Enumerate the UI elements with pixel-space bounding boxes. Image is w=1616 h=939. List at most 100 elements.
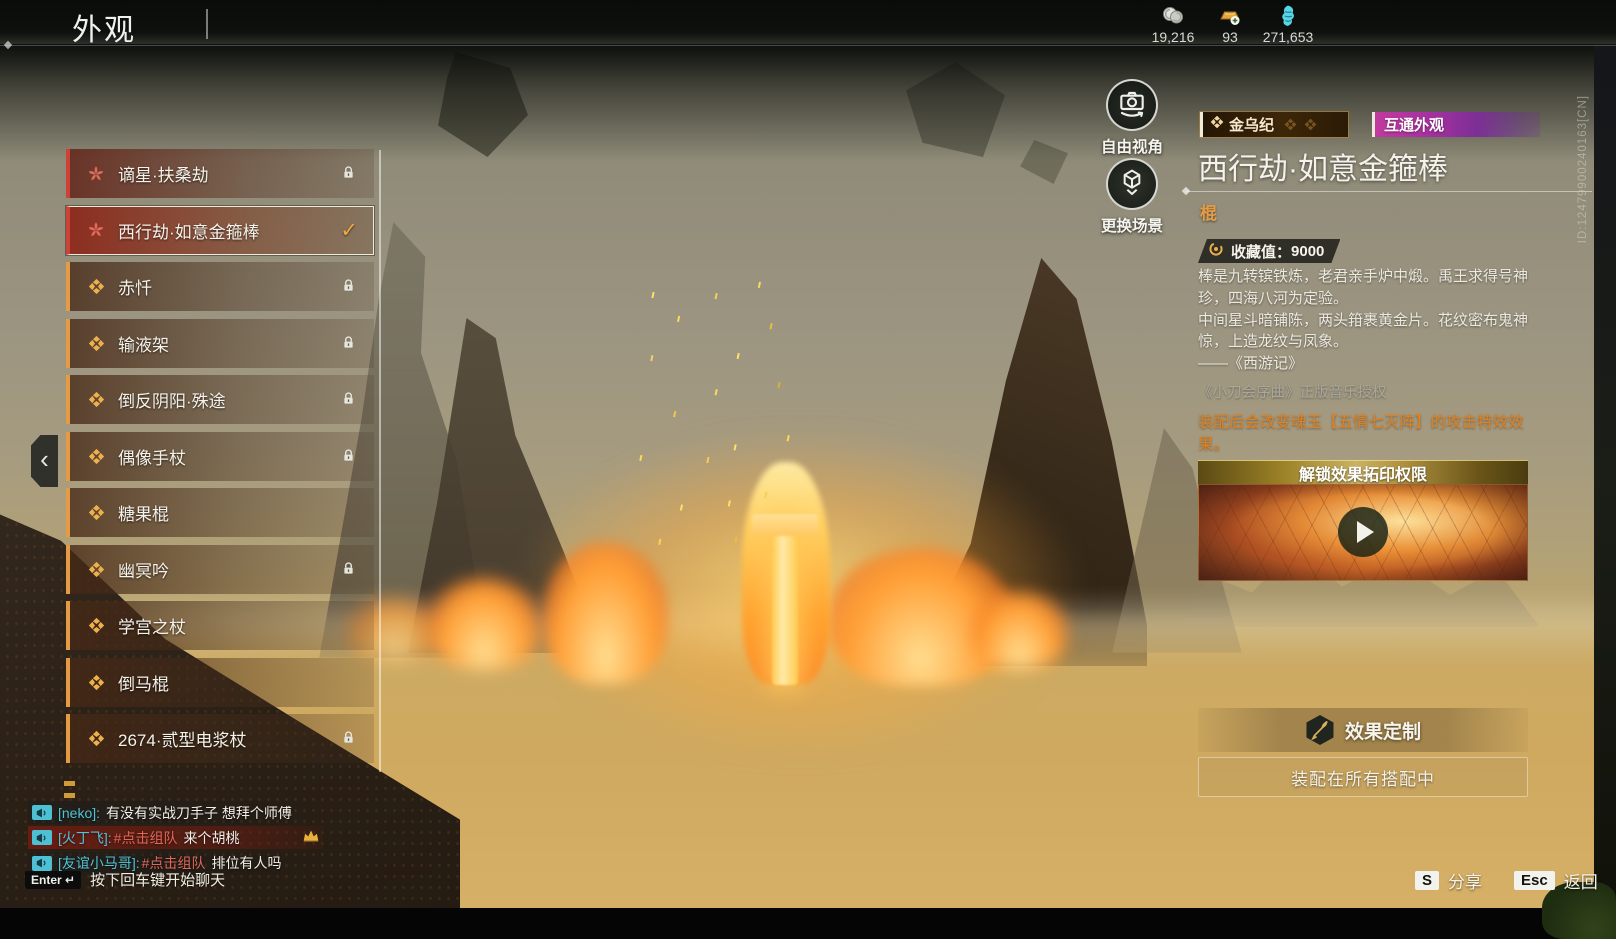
bottom-black-bar (0, 908, 1616, 939)
series-tag-label: 金乌纪 (1229, 114, 1274, 135)
crossplay-tag-label: 互通外观 (1384, 114, 1444, 135)
currency-jade[interactable]: 271,653 (1254, 4, 1322, 45)
skin-list-item[interactable]: 糖果棍 ✓ (66, 488, 374, 537)
skin-list-item[interactable]: 偶像手杖 ✓ (66, 432, 374, 481)
item-description: 棒是九转镔铁炼，老君亲手炉中煅。禹王求得号神珍，四海八河为定验。 中间星斗暗铺陈… (1198, 266, 1538, 375)
music-license-note: 《小刀会序曲》正版音乐授权 (1198, 381, 1387, 402)
flame (972, 592, 1067, 670)
skin-item-label: 西行劫·如意金箍棒 (118, 218, 260, 243)
collapse-panel-button[interactable]: ‹ (31, 435, 58, 487)
scroll-tick (64, 793, 75, 798)
chat-message[interactable]: [火丁飞]: #点击组队 来个胡桃 (28, 826, 323, 849)
enter-hint-text: 按下回车键开始聊天 (90, 869, 225, 890)
share-key-badge[interactable]: S (1415, 871, 1439, 890)
chat-list: [neko]: 有没有实战刀手子 想拜个师傅 [火丁飞]: #点击组队 来个胡桃… (28, 801, 348, 877)
chat-channel[interactable]: #点击组队 (114, 828, 178, 848)
play-button[interactable] (1338, 507, 1388, 557)
skin-item-label: 谪星·扶桑劫 (118, 161, 209, 186)
chat-text: 来个胡桃 (183, 828, 239, 848)
chat-channel-icon (32, 830, 52, 845)
chat-text: 有没有实战刀手子 想拜个师傅 (106, 803, 292, 823)
skin-item-label: 偶像手杖 (118, 444, 186, 469)
right-edge-shade (1594, 44, 1616, 908)
esc-key-badge[interactable]: Esc (1514, 871, 1555, 890)
skin-list-item[interactable]: 倒马棍 ✓ (66, 658, 374, 707)
rarity-icon (87, 278, 105, 296)
page-title: 外观 (72, 5, 136, 49)
lock-icon (341, 335, 356, 355)
free-camera-label: 自由视角 (1082, 135, 1182, 157)
lock-icon (341, 278, 356, 298)
rarity-icon (87, 504, 105, 522)
change-scene-label: 更换场景 (1082, 214, 1182, 236)
skin-item-label: 输液架 (118, 331, 169, 356)
skin-item-label: 2674·贰型电浆杖 (118, 726, 246, 751)
free-camera-button[interactable] (1106, 79, 1158, 131)
equip-all-label: 装配在所有搭配中 (1291, 765, 1435, 790)
back-label[interactable]: 返回 (1564, 868, 1598, 893)
skin-list-item[interactable]: 输液架 ✓ (66, 319, 374, 368)
skin-list-item[interactable]: 谪星·扶桑劫 ✓ (66, 149, 374, 198)
skin-list-item[interactable]: 幽冥吟 ✓ (66, 545, 374, 594)
golden-staff-top (752, 514, 818, 536)
effect-customize-label: 效果定制 (1345, 717, 1421, 744)
share-label[interactable]: 分享 (1448, 868, 1482, 893)
currency-gold-ingot[interactable]: 93 (1206, 4, 1254, 45)
top-shade (0, 44, 1616, 160)
skin-item-label: 倒反阴阳·殊途 (118, 387, 226, 412)
description-line: 棒是九转镔铁炼，老君亲手炉中煅。禹王求得号神珍，四海八河为定验。 (1198, 266, 1538, 310)
top-bar (0, 0, 1616, 46)
gold-pinwheel-icon (1210, 115, 1224, 134)
chat-input-hint[interactable]: Enter ↵ 按下回车键开始聊天 (25, 869, 225, 890)
scroll-tick (64, 781, 75, 786)
equip-all-button[interactable]: 装配在所有搭配中 (1198, 757, 1528, 797)
effect-customize-button[interactable]: 效果定制 (1198, 708, 1528, 752)
collection-label: 收藏值： (1231, 241, 1291, 262)
weapon-hex-icon (1305, 715, 1335, 745)
gold-ingot-icon (1206, 4, 1254, 28)
scrollbar[interactable] (379, 150, 381, 772)
collection-swirl-icon (1208, 241, 1224, 262)
flame (428, 578, 540, 670)
rarity-icon (87, 673, 105, 691)
crossplay-tag: 互通外观 (1372, 112, 1540, 137)
lock-icon (341, 391, 356, 411)
lock-icon (341, 730, 356, 750)
skin-list-item[interactable]: 2674·贰型电浆杖 ✓ (66, 714, 374, 763)
title-divider (206, 9, 208, 39)
currency-value: 93 (1206, 29, 1254, 45)
rarity-icon (87, 560, 105, 578)
skin-item-label: 糖果棍 (118, 500, 169, 525)
skin-item-label: 学宫之杖 (118, 613, 186, 638)
lock-icon (341, 165, 356, 185)
change-scene-button[interactable] (1106, 158, 1158, 210)
skin-list-item[interactable]: 倒反阴阳·殊途 ✓ (66, 375, 374, 424)
rarity-icon (87, 221, 105, 239)
effect-change-note: 装配后会改变魂玉【五情七灭阵】的攻击特效效果。 (1198, 412, 1538, 456)
rarity-icon (87, 334, 105, 352)
rarity-icon (87, 165, 105, 183)
skin-item-label: 倒马棍 (118, 670, 169, 695)
lock-icon (341, 448, 356, 468)
title-divider-line (1186, 191, 1592, 192)
weapon-type: 棍 (1200, 199, 1217, 224)
unlock-effect-banner[interactable]: 解锁效果拓印权限 (1198, 460, 1528, 484)
skin-list-item[interactable]: 西行劫·如意金箍棒 ✓ (66, 206, 374, 255)
chat-channel-icon (32, 805, 52, 820)
currency-value: 271,653 (1254, 29, 1322, 45)
chat-sender[interactable]: [火丁飞]: (58, 828, 112, 848)
rarity-icon (87, 447, 105, 465)
skin-list-item[interactable]: 赤忏 ✓ (66, 262, 374, 311)
flame (543, 542, 668, 684)
chat-sender[interactable]: [neko]: (58, 805, 100, 821)
chat-message[interactable]: [neko]: 有没有实战刀手子 想拜个师傅 (28, 801, 313, 824)
skin-list-item[interactable]: 学宫之杖 ✓ (66, 601, 374, 650)
coins-icon (1144, 4, 1202, 28)
skin-list: 谪星·扶桑劫 ✓ 西行劫·如意金箍棒 ✓ 赤忏 ✓ 输液架 (66, 149, 374, 771)
player-id-watermark: ID:12479900240163[CN] (1577, 95, 1589, 243)
game-screen: 外观 19,216 93 271,653 谪星·扶桑劫 ✓ (0, 0, 1616, 939)
lock-icon (341, 561, 356, 581)
currency-coins[interactable]: 19,216 (1144, 4, 1202, 45)
equipped-check-icon: ✓ (340, 218, 358, 243)
description-line: ——《西游记》 (1198, 353, 1538, 375)
